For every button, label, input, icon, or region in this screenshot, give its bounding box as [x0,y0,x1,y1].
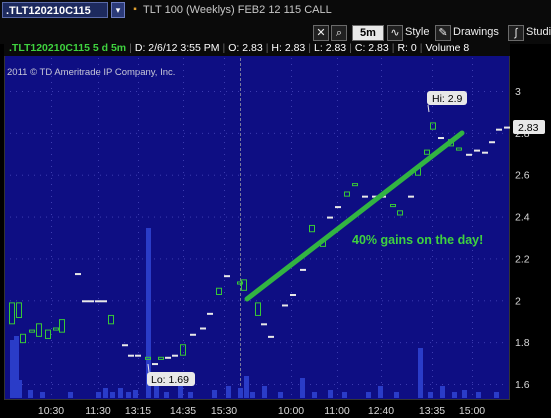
style-icon[interactable]: ∿ [387,25,403,41]
info-date: D: 2/6/12 3:55 PM [134,42,220,54]
symbol-description: TLT 100 (Weeklys) FEB2 12 115 CALL [143,4,332,16]
info-symbol: .TLT120210C115 5 d 5m [9,42,127,54]
style-button[interactable]: Style [402,25,432,41]
symbol-bar: .TLT120210C115 ▾ ▪ TLT 100 (Weeklys) FEB… [0,0,551,23]
zoom-icon[interactable]: ⌕ [331,25,347,41]
studies-button[interactable]: Studie [523,25,551,41]
time-axis[interactable] [0,400,551,418]
symbol-dropdown-chevron-icon[interactable]: ▾ [111,2,125,18]
price-axis[interactable] [510,44,551,400]
lock-icon[interactable]: ▪ [129,3,141,17]
timeframe-button[interactable]: 5m [352,25,384,41]
price-info-bar: .TLT120210C115 5 d 5m | D: 2/6/12 3:55 PM |… [4,41,510,56]
chart-plot-area[interactable] [4,41,510,400]
info-range: R: 0 [397,42,417,54]
studies-icon[interactable]: ∫ [508,25,524,41]
crosshair-icon[interactable]: ✕ [313,25,329,41]
info-open: O: 2.83 [228,42,263,54]
drawings-button[interactable]: Drawings [450,25,502,41]
symbol-input[interactable]: .TLT120210C115 [2,2,108,18]
info-high: H: 2.83 [271,42,306,54]
info-close: C: 2.83 [354,42,389,54]
drawings-icon[interactable]: ✎ [435,25,451,41]
info-low: L: 2.83 [314,42,347,54]
info-volume-label: Volume [425,42,461,54]
info-volume-value: 8 [463,42,470,54]
